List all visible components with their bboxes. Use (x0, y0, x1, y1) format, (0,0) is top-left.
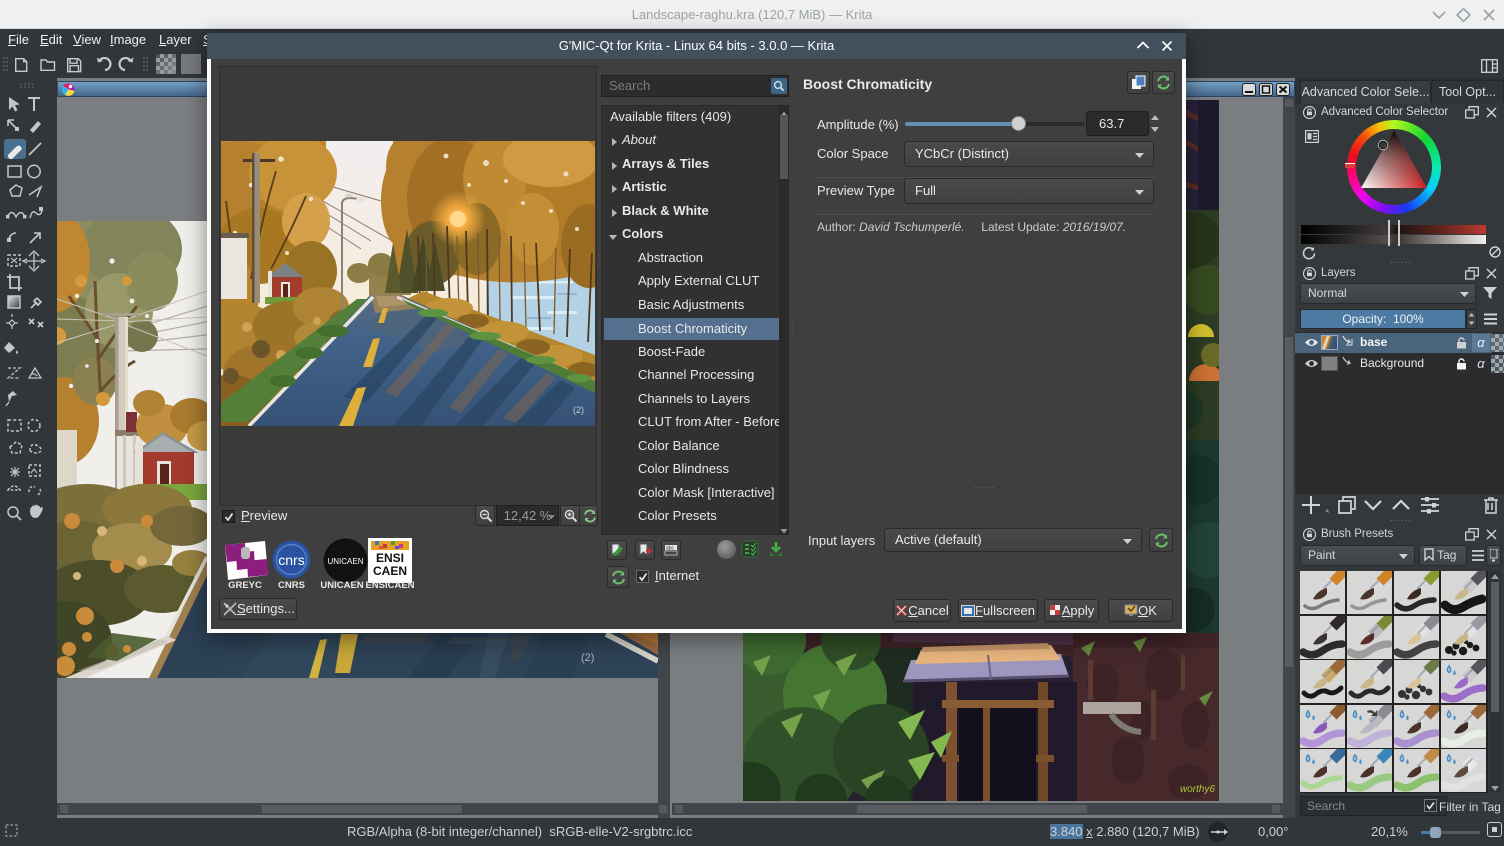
svg-text:(2): (2) (581, 652, 594, 664)
svg-text:UNICAEN: UNICAEN (327, 557, 363, 566)
svg-text:(2): (2) (573, 405, 584, 415)
svg-text:CAEN: CAEN (373, 564, 407, 578)
svg-text:ENSI: ENSI (376, 551, 404, 565)
svg-text:worthy6: worthy6 (1180, 784, 1215, 795)
svg-text:cnrs: cnrs (278, 552, 304, 568)
svg-text:abc: abc (666, 546, 675, 552)
